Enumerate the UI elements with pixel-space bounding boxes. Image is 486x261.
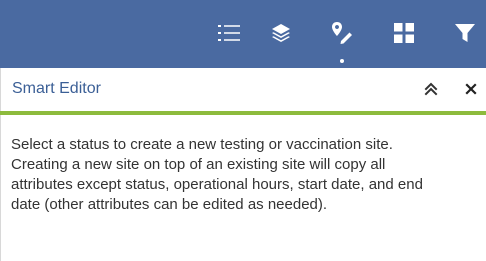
layers-icon (272, 24, 290, 42)
list-tool-button[interactable] (214, 18, 244, 48)
edit-icon (332, 22, 352, 44)
double-chevron-up-icon (424, 82, 438, 96)
close-panel-button[interactable] (461, 79, 481, 99)
panel-title: Smart Editor (12, 80, 101, 97)
panel-body: Select a status to create a new testing … (0, 115, 486, 261)
grid-icon (394, 23, 414, 43)
grid-tool-button[interactable] (389, 18, 419, 48)
active-tool-indicator (340, 59, 344, 63)
panel-header: Smart Editor (0, 68, 486, 111)
app-page: Smart Editor Select a status to create a… (0, 0, 486, 261)
instructions-text: Select a status to create a new testing … (11, 136, 423, 213)
smart-editor-tool-button[interactable] (327, 18, 357, 48)
close-icon (465, 83, 477, 95)
filter-icon (455, 24, 475, 42)
widget-toolbar (0, 0, 486, 68)
list-icon (218, 25, 240, 41)
filter-tool-button[interactable] (450, 18, 480, 48)
layers-tool-button[interactable] (266, 18, 296, 48)
collapse-panel-button[interactable] (421, 79, 441, 99)
